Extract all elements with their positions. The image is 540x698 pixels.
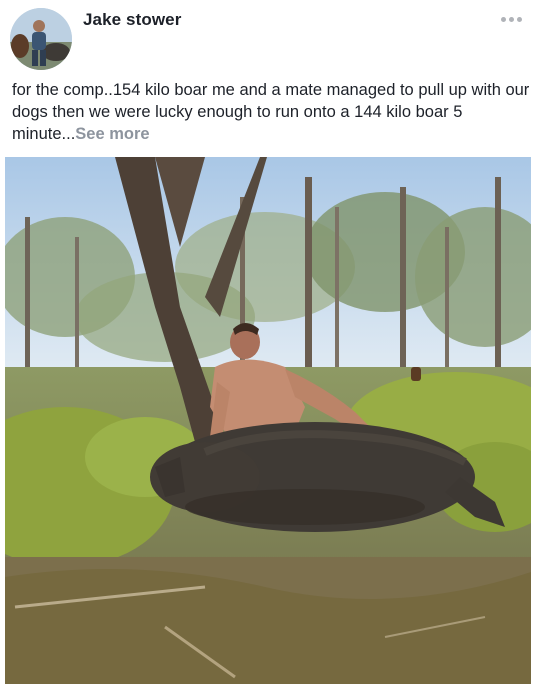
menu-dot [508,16,514,22]
menu-dot [500,16,506,22]
author-avatar[interactable] [10,8,72,70]
feed-post: Jake stower for the comp..154 kilo boar … [0,0,540,698]
menu-dot [516,16,522,22]
avatar-image [10,8,72,70]
post-header: Jake stower [0,0,540,78]
photo-image [5,157,531,684]
see-more-link[interactable]: See more [75,125,149,143]
post-photo[interactable] [5,157,531,684]
author-name[interactable]: Jake stower [83,10,181,30]
post-caption: for the comp..154 kilo boar me and a mat… [12,79,532,145]
more-options-icon[interactable] [496,10,526,28]
